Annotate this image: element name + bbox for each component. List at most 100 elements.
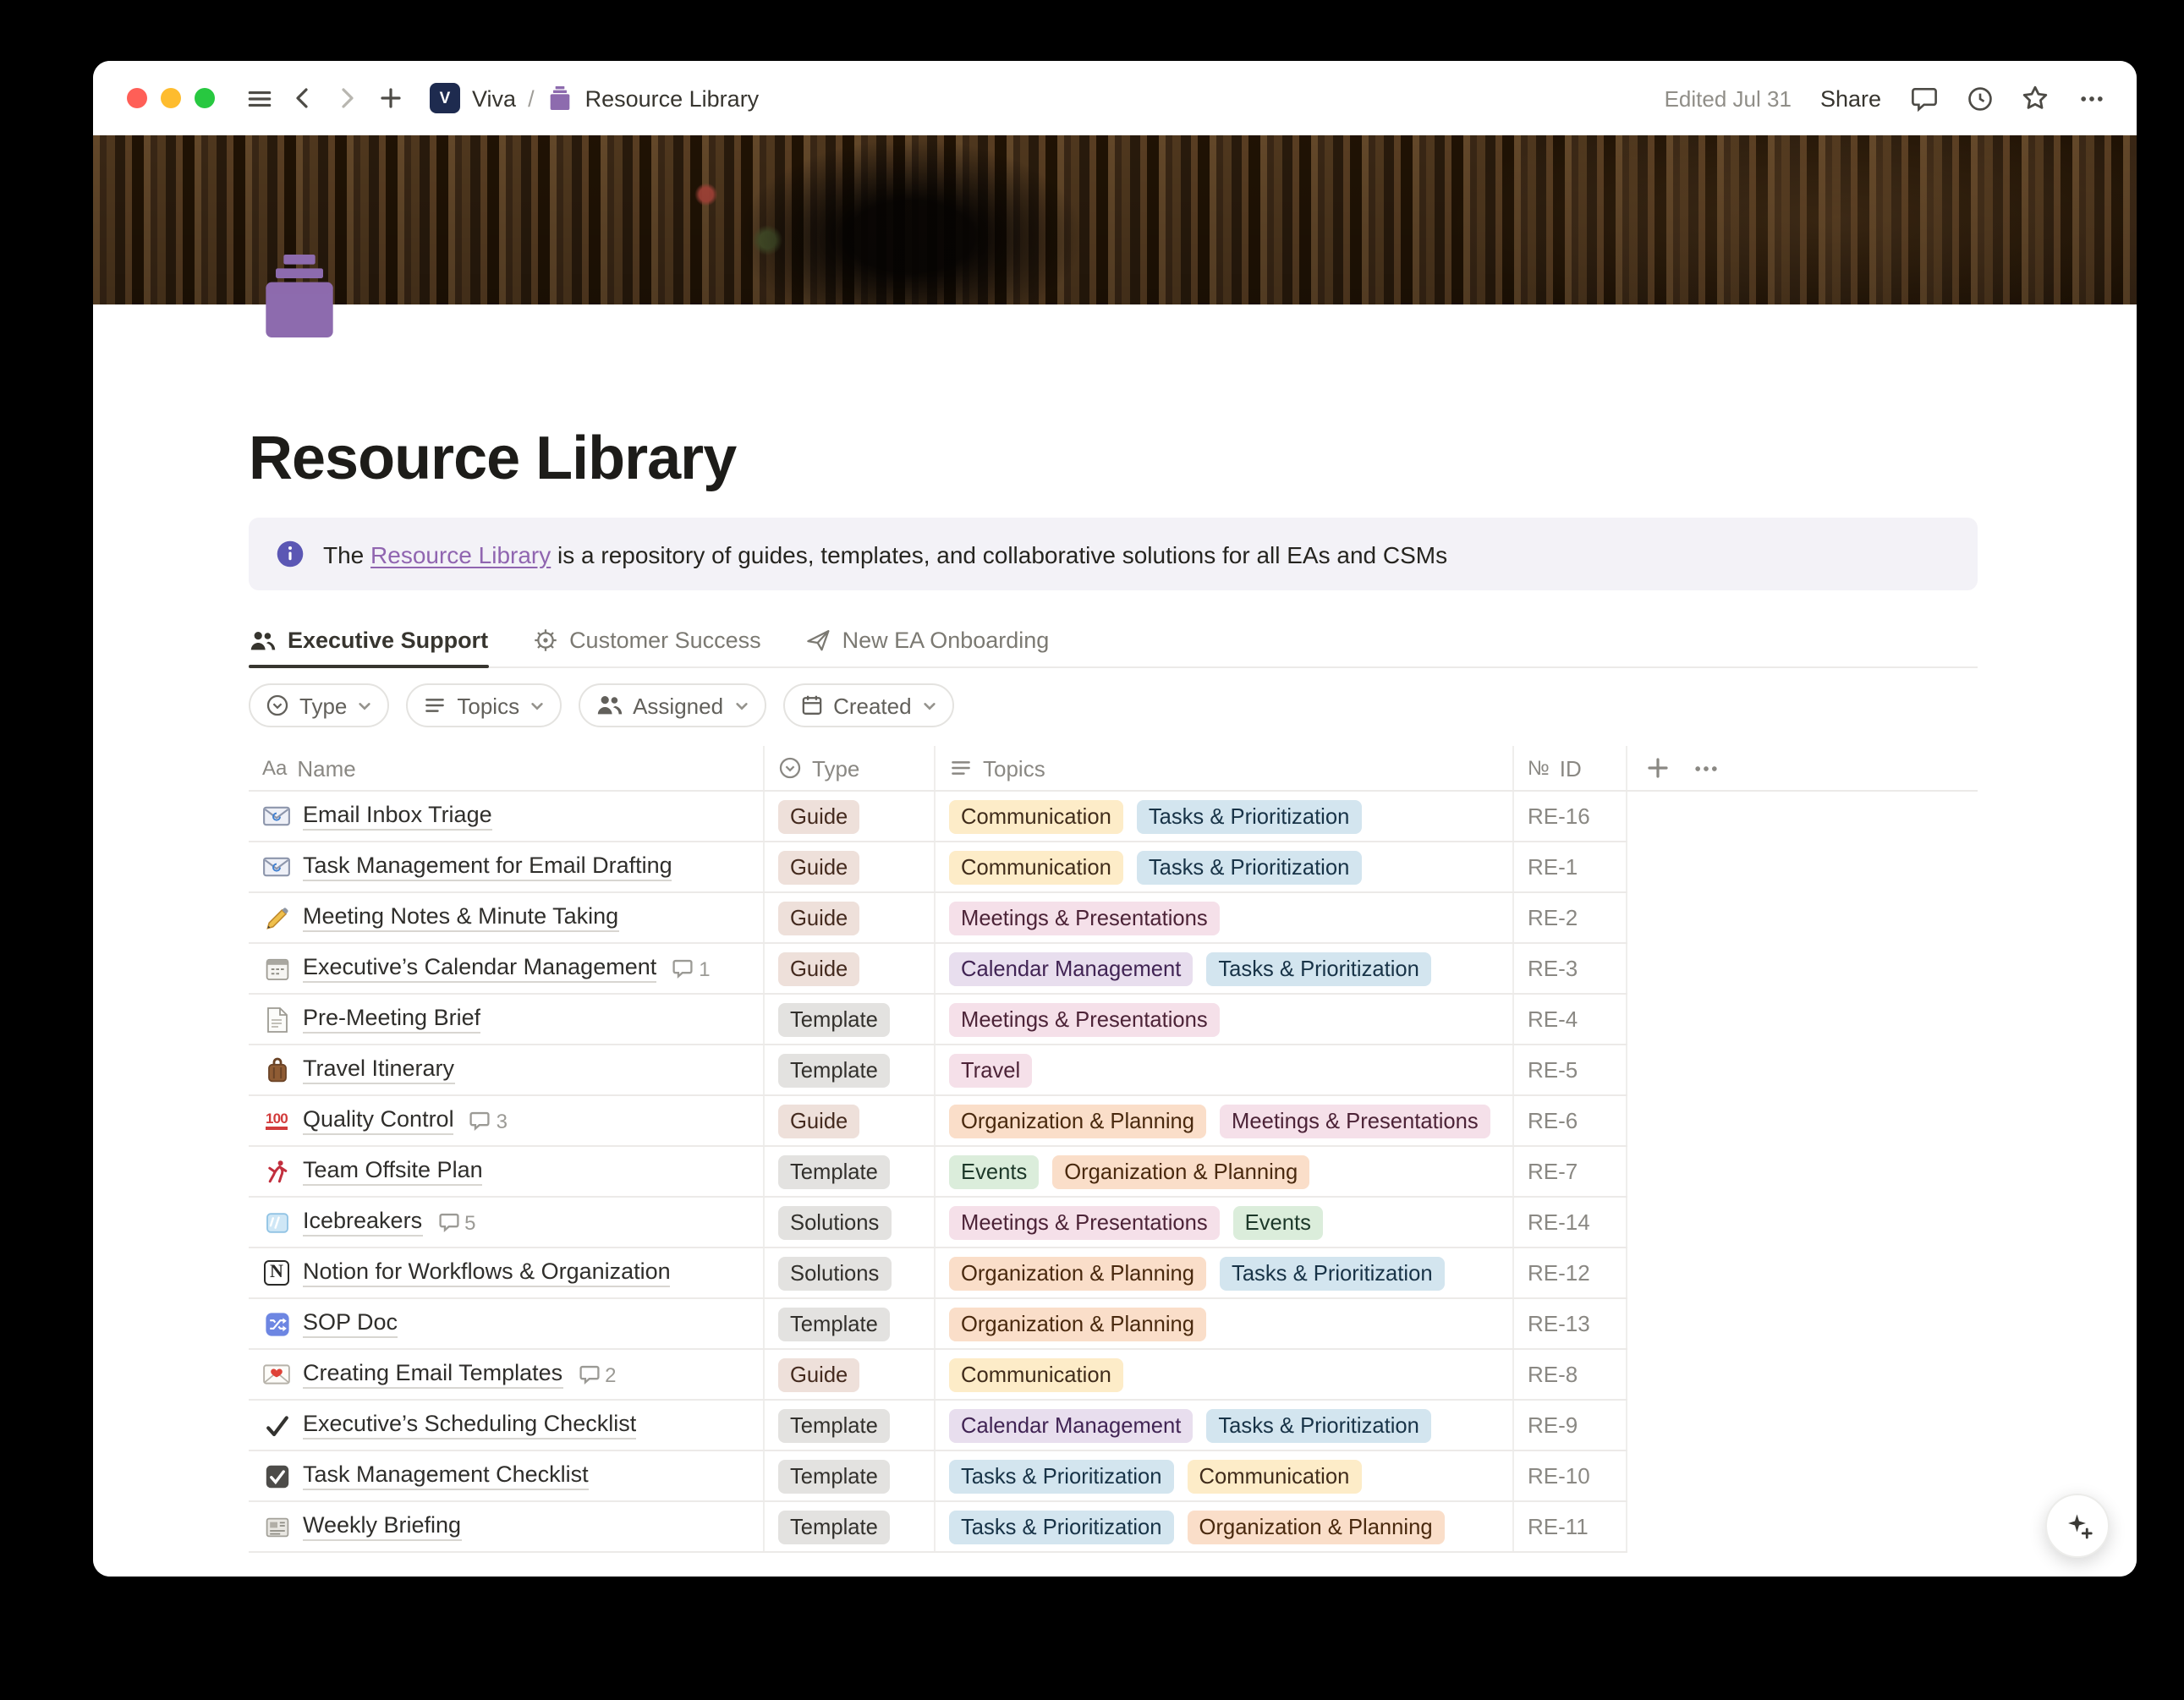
filter-created[interactable]: Created [782, 683, 954, 727]
tag-meetings-presentations[interactable]: Meetings & Presentations [1220, 1104, 1490, 1138]
cell-id[interactable]: RE-11 [1514, 1502, 1627, 1551]
tag-solutions[interactable]: Solutions [778, 1256, 891, 1290]
share-button[interactable]: Share [1820, 85, 1881, 111]
cell-type[interactable]: Guide [765, 842, 936, 891]
cell-topics[interactable]: Calendar ManagementTasks & Prioritizatio… [936, 1401, 1514, 1450]
comment-badge[interactable]: 3 [469, 1109, 508, 1132]
cell-type[interactable]: Template [765, 1045, 936, 1094]
back-icon[interactable] [281, 78, 325, 118]
cell-name[interactable]: 100 Quality Control 3 [249, 1096, 765, 1145]
tag-guide[interactable]: Guide [778, 1104, 859, 1138]
page-link[interactable]: Pre-Meeting Brief [303, 1005, 480, 1034]
page-title[interactable]: Resource Library [249, 423, 1978, 494]
cell-topics[interactable]: Organization & Planning Meetings & Presen… [936, 1096, 1514, 1145]
cell-id[interactable]: RE-2 [1514, 893, 1627, 942]
tag-organization-planning[interactable]: Organization & Planning [949, 1104, 1206, 1138]
cell-topics[interactable]: Travel [936, 1045, 1514, 1094]
tag-meetings-presentations[interactable]: Meetings & Presentations [949, 1002, 1220, 1036]
tag-guide[interactable]: Guide [778, 901, 859, 935]
close-window-button[interactable] [127, 88, 147, 108]
cell-name[interactable]: N Notion for Workflows & Organization [249, 1248, 765, 1297]
cover-image[interactable] [93, 135, 2137, 304]
filter-type[interactable]: Type [249, 683, 389, 727]
tag-communication[interactable]: Communication [949, 799, 1123, 833]
cell-name[interactable]: Travel Itinerary [249, 1045, 765, 1094]
cell-topics[interactable]: Organization & Planning [936, 1299, 1514, 1348]
page-link[interactable]: Meeting Notes & Minute Taking [303, 903, 618, 932]
cell-name[interactable]: Pre-Meeting Brief [249, 995, 765, 1044]
view-tab-executive-support[interactable]: Executive Support [249, 614, 488, 666]
more-options-icon[interactable] [2069, 78, 2113, 118]
cell-id[interactable]: RE-8 [1514, 1350, 1627, 1399]
page-link[interactable]: Weekly Briefing [303, 1512, 461, 1541]
cell-name[interactable]: Task Management for Email Drafting [249, 842, 765, 891]
page-icon[interactable] [252, 249, 347, 343]
cell-topics[interactable]: Tasks & PrioritizationOrganization & Pla… [936, 1502, 1514, 1551]
tag-events[interactable]: Events [949, 1154, 1039, 1188]
page-link[interactable]: Notion for Workflows & Organization [303, 1259, 671, 1287]
cell-name[interactable]: Executive’s Calendar Management 1 [249, 944, 765, 993]
zoom-window-button[interactable] [195, 88, 215, 108]
column-header-name[interactable]: AaName [249, 746, 765, 790]
cell-type[interactable]: Guide [765, 893, 936, 942]
cell-id[interactable]: RE-3 [1514, 944, 1627, 993]
tag-communication[interactable]: Communication [949, 1357, 1123, 1391]
cell-type[interactable]: Guide [765, 1096, 936, 1145]
cell-topics[interactable]: Meetings & Presentations [936, 893, 1514, 942]
cell-id[interactable]: RE-1 [1514, 842, 1627, 891]
cell-topics[interactable]: Organization & PlanningTasks & Prioritiz… [936, 1248, 1514, 1297]
cell-name[interactable]: Creating Email Templates 2 [249, 1350, 765, 1399]
cell-type[interactable]: Template [765, 1451, 936, 1500]
comment-badge[interactable]: 2 [578, 1363, 616, 1386]
tag-calendar-management[interactable]: Calendar Management [949, 951, 1193, 985]
minimize-window-button[interactable] [161, 88, 181, 108]
tag-organization-planning[interactable]: Organization & Planning [1052, 1154, 1309, 1188]
cell-type[interactable]: Template [765, 995, 936, 1044]
cell-type[interactable]: Solutions [765, 1248, 936, 1297]
forward-icon[interactable] [325, 78, 369, 118]
cell-name[interactable]: Team Offsite Plan [249, 1147, 765, 1196]
tag-template[interactable]: Template [778, 1002, 890, 1036]
cell-id[interactable]: RE-14 [1514, 1198, 1627, 1247]
cell-id[interactable]: RE-16 [1514, 792, 1627, 841]
tag-organization-planning[interactable]: Organization & Planning [949, 1256, 1206, 1290]
cell-id[interactable]: RE-9 [1514, 1401, 1627, 1450]
cell-type[interactable]: Template [765, 1147, 936, 1196]
cell-topics[interactable]: Communication [936, 1350, 1514, 1399]
cell-topics[interactable]: Tasks & PrioritizationCommunication [936, 1451, 1514, 1500]
cell-id[interactable]: RE-13 [1514, 1299, 1627, 1348]
cell-type[interactable]: Guide [765, 792, 936, 841]
tag-tasks-prioritization[interactable]: Tasks & Prioritization [1137, 799, 1362, 833]
page-link[interactable]: Creating Email Templates [303, 1360, 562, 1389]
page-link[interactable]: Task Management for Email Drafting [303, 853, 672, 881]
page-link[interactable]: Quality Control [303, 1106, 454, 1135]
tag-meetings-presentations[interactable]: Meetings & Presentations [949, 901, 1220, 935]
cell-topics[interactable]: Events Organization & Planning [936, 1147, 1514, 1196]
cell-type[interactable]: Template [765, 1299, 936, 1348]
tag-events[interactable]: Events [1233, 1205, 1323, 1239]
tag-guide[interactable]: Guide [778, 850, 859, 884]
tag-template[interactable]: Template [778, 1154, 890, 1188]
sidebar-menu-icon[interactable] [237, 78, 281, 118]
history-icon[interactable] [1957, 78, 2001, 118]
cell-type[interactable]: Template [765, 1401, 936, 1450]
comment-badge[interactable]: 5 [437, 1210, 475, 1234]
tag-calendar-management[interactable]: Calendar Management [949, 1408, 1193, 1442]
tag-meetings-presentations[interactable]: Meetings & Presentations [949, 1205, 1220, 1239]
cell-type[interactable]: Guide [765, 1350, 936, 1399]
column-header-topics[interactable]: Topics [936, 746, 1514, 790]
cell-topics[interactable]: Communication Tasks & Prioritization [936, 792, 1514, 841]
table-options-icon[interactable] [1692, 754, 1720, 782]
tag-template[interactable]: Template [778, 1510, 890, 1544]
tag-tasks-prioritization[interactable]: Tasks & Prioritization [1137, 850, 1362, 884]
cell-type[interactable]: Guide [765, 944, 936, 993]
tag-tasks-prioritization[interactable]: Tasks & Prioritization [949, 1510, 1174, 1544]
cell-name[interactable]: Task Management Checklist [249, 1451, 765, 1500]
workspace-icon[interactable]: V [430, 83, 460, 113]
page-link[interactable]: Email Inbox Triage [303, 802, 492, 831]
breadcrumb-workspace[interactable]: Viva [472, 85, 516, 111]
cell-topics[interactable]: CommunicationTasks & Prioritization [936, 842, 1514, 891]
column-header-id[interactable]: №ID [1514, 746, 1627, 790]
tag-tasks-prioritization[interactable]: Tasks & Prioritization [1206, 951, 1431, 985]
tag-tasks-prioritization[interactable]: Tasks & Prioritization [949, 1459, 1174, 1493]
